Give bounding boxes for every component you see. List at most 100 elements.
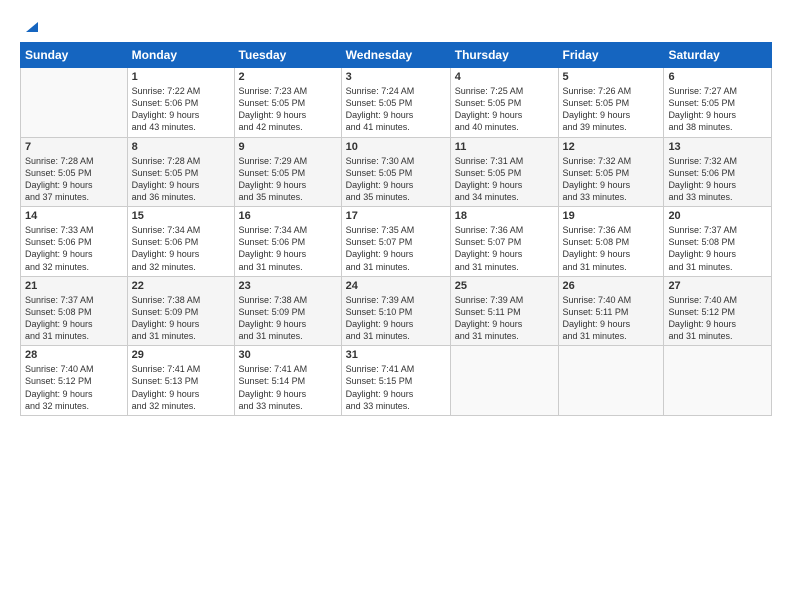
calendar-week-row: 7 Sunrise: 7:28 AM Sunset: 5:05 PM Daylig… xyxy=(21,137,772,207)
calendar-cell: 15 Sunrise: 7:34 AM Sunset: 5:06 PM Dayli… xyxy=(127,207,234,277)
calendar-cell: 23 Sunrise: 7:38 AM Sunset: 5:09 PM Dayli… xyxy=(234,276,341,346)
calendar-cell: 17 Sunrise: 7:35 AM Sunset: 5:07 PM Dayli… xyxy=(341,207,450,277)
day-info: Sunrise: 7:32 AM Sunset: 5:06 PM Dayligh… xyxy=(668,155,767,204)
day-number: 7 xyxy=(25,141,123,153)
calendar-week-row: 28Sunrise: 7:40 AM Sunset: 5:12 PM Dayli… xyxy=(21,346,772,416)
calendar-cell: 5 Sunrise: 7:26 AM Sunset: 5:05 PM Daylig… xyxy=(558,68,664,138)
calendar-cell: 24Sunrise: 7:39 AM Sunset: 5:10 PM Dayli… xyxy=(341,276,450,346)
day-info: Sunrise: 7:41 AM Sunset: 5:15 PM Dayligh… xyxy=(346,363,446,412)
day-info: Sunrise: 7:26 AM Sunset: 5:05 PM Dayligh… xyxy=(563,85,660,134)
calendar-cell xyxy=(664,346,772,416)
calendar-week-row: 1 Sunrise: 7:22 AM Sunset: 5:06 PM Daylig… xyxy=(21,68,772,138)
calendar-table: SundayMondayTuesdayWednesdayThursdayFrid… xyxy=(20,42,772,416)
day-number: 29 xyxy=(132,349,230,361)
calendar-cell: 8 Sunrise: 7:28 AM Sunset: 5:05 PM Daylig… xyxy=(127,137,234,207)
day-info: Sunrise: 7:25 AM Sunset: 5:05 PM Dayligh… xyxy=(455,85,554,134)
calendar-header-thursday: Thursday xyxy=(450,43,558,68)
day-info: Sunrise: 7:22 AM Sunset: 5:06 PM Dayligh… xyxy=(132,85,230,134)
day-number: 3 xyxy=(346,71,446,83)
header xyxy=(20,18,772,32)
day-number: 22 xyxy=(132,280,230,292)
day-number: 21 xyxy=(25,280,123,292)
calendar-cell xyxy=(450,346,558,416)
day-info: Sunrise: 7:39 AM Sunset: 5:11 PM Dayligh… xyxy=(455,294,554,343)
calendar-cell: 22 Sunrise: 7:38 AM Sunset: 5:09 PM Dayli… xyxy=(127,276,234,346)
logo xyxy=(20,18,38,32)
day-info: Sunrise: 7:41 AM Sunset: 5:13 PM Dayligh… xyxy=(132,363,230,412)
calendar-cell xyxy=(21,68,128,138)
day-info: Sunrise: 7:28 AM Sunset: 5:05 PM Dayligh… xyxy=(132,155,230,204)
calendar-cell: 2Sunrise: 7:23 AM Sunset: 5:05 PM Daylig… xyxy=(234,68,341,138)
calendar-week-row: 21 Sunrise: 7:37 AM Sunset: 5:08 PM Dayli… xyxy=(21,276,772,346)
calendar-header-sunday: Sunday xyxy=(21,43,128,68)
day-number: 17 xyxy=(346,210,446,222)
day-info: Sunrise: 7:40 AM Sunset: 5:11 PM Dayligh… xyxy=(563,294,660,343)
calendar-cell: 16 Sunrise: 7:34 AM Sunset: 5:06 PM Dayli… xyxy=(234,207,341,277)
day-number: 1 xyxy=(132,71,230,83)
day-info: Sunrise: 7:36 AM Sunset: 5:08 PM Dayligh… xyxy=(563,224,660,273)
calendar-cell: 10 Sunrise: 7:30 AM Sunset: 5:05 PM Dayli… xyxy=(341,137,450,207)
calendar-header-row: SundayMondayTuesdayWednesdayThursdayFrid… xyxy=(21,43,772,68)
calendar-header-saturday: Saturday xyxy=(664,43,772,68)
day-number: 30 xyxy=(239,349,337,361)
day-info: Sunrise: 7:40 AM Sunset: 5:12 PM Dayligh… xyxy=(25,363,123,412)
calendar-cell: 27Sunrise: 7:40 AM Sunset: 5:12 PM Dayli… xyxy=(664,276,772,346)
day-info: Sunrise: 7:35 AM Sunset: 5:07 PM Dayligh… xyxy=(346,224,446,273)
day-number: 8 xyxy=(132,141,230,153)
calendar-cell: 20 Sunrise: 7:37 AM Sunset: 5:08 PM Dayli… xyxy=(664,207,772,277)
day-number: 20 xyxy=(668,210,767,222)
calendar-cell: 6 Sunrise: 7:27 AM Sunset: 5:05 PM Daylig… xyxy=(664,68,772,138)
day-number: 15 xyxy=(132,210,230,222)
calendar-cell: 14Sunrise: 7:33 AM Sunset: 5:06 PM Dayli… xyxy=(21,207,128,277)
day-number: 16 xyxy=(239,210,337,222)
logo-triangle-icon xyxy=(22,18,38,34)
calendar-cell: 11Sunrise: 7:31 AM Sunset: 5:05 PM Dayli… xyxy=(450,137,558,207)
day-info: Sunrise: 7:34 AM Sunset: 5:06 PM Dayligh… xyxy=(132,224,230,273)
day-number: 5 xyxy=(563,71,660,83)
day-number: 6 xyxy=(668,71,767,83)
day-info: Sunrise: 7:37 AM Sunset: 5:08 PM Dayligh… xyxy=(668,224,767,273)
calendar-cell: 21 Sunrise: 7:37 AM Sunset: 5:08 PM Dayli… xyxy=(21,276,128,346)
calendar-cell: 19Sunrise: 7:36 AM Sunset: 5:08 PM Dayli… xyxy=(558,207,664,277)
calendar-cell: 4Sunrise: 7:25 AM Sunset: 5:05 PM Daylig… xyxy=(450,68,558,138)
calendar-cell: 26 Sunrise: 7:40 AM Sunset: 5:11 PM Dayli… xyxy=(558,276,664,346)
day-info: Sunrise: 7:41 AM Sunset: 5:14 PM Dayligh… xyxy=(239,363,337,412)
day-info: Sunrise: 7:23 AM Sunset: 5:05 PM Dayligh… xyxy=(239,85,337,134)
day-info: Sunrise: 7:36 AM Sunset: 5:07 PM Dayligh… xyxy=(455,224,554,273)
day-number: 12 xyxy=(563,141,660,153)
calendar-cell: 30 Sunrise: 7:41 AM Sunset: 5:14 PM Dayli… xyxy=(234,346,341,416)
day-number: 31 xyxy=(346,349,446,361)
calendar-cell: 28Sunrise: 7:40 AM Sunset: 5:12 PM Dayli… xyxy=(21,346,128,416)
day-info: Sunrise: 7:37 AM Sunset: 5:08 PM Dayligh… xyxy=(25,294,123,343)
day-info: Sunrise: 7:32 AM Sunset: 5:05 PM Dayligh… xyxy=(563,155,660,204)
calendar-header-monday: Monday xyxy=(127,43,234,68)
calendar-cell: 3Sunrise: 7:24 AM Sunset: 5:05 PM Daylig… xyxy=(341,68,450,138)
day-info: Sunrise: 7:27 AM Sunset: 5:05 PM Dayligh… xyxy=(668,85,767,134)
calendar-cell: 13 Sunrise: 7:32 AM Sunset: 5:06 PM Dayli… xyxy=(664,137,772,207)
day-info: Sunrise: 7:38 AM Sunset: 5:09 PM Dayligh… xyxy=(132,294,230,343)
calendar-cell: 18 Sunrise: 7:36 AM Sunset: 5:07 PM Dayli… xyxy=(450,207,558,277)
day-number: 23 xyxy=(239,280,337,292)
calendar-cell: 29 Sunrise: 7:41 AM Sunset: 5:13 PM Dayli… xyxy=(127,346,234,416)
day-number: 26 xyxy=(563,280,660,292)
day-number: 24 xyxy=(346,280,446,292)
day-number: 14 xyxy=(25,210,123,222)
day-info: Sunrise: 7:38 AM Sunset: 5:09 PM Dayligh… xyxy=(239,294,337,343)
calendar-cell: 12 Sunrise: 7:32 AM Sunset: 5:05 PM Dayli… xyxy=(558,137,664,207)
day-number: 11 xyxy=(455,141,554,153)
calendar-cell: 25 Sunrise: 7:39 AM Sunset: 5:11 PM Dayli… xyxy=(450,276,558,346)
day-number: 18 xyxy=(455,210,554,222)
calendar-cell: 9Sunrise: 7:29 AM Sunset: 5:05 PM Daylig… xyxy=(234,137,341,207)
day-number: 10 xyxy=(346,141,446,153)
calendar-cell: 31 Sunrise: 7:41 AM Sunset: 5:15 PM Dayli… xyxy=(341,346,450,416)
day-info: Sunrise: 7:30 AM Sunset: 5:05 PM Dayligh… xyxy=(346,155,446,204)
calendar-cell: 1 Sunrise: 7:22 AM Sunset: 5:06 PM Daylig… xyxy=(127,68,234,138)
calendar-cell xyxy=(558,346,664,416)
day-number: 25 xyxy=(455,280,554,292)
day-info: Sunrise: 7:29 AM Sunset: 5:05 PM Dayligh… xyxy=(239,155,337,204)
day-info: Sunrise: 7:28 AM Sunset: 5:05 PM Dayligh… xyxy=(25,155,123,204)
day-number: 13 xyxy=(668,141,767,153)
page: SundayMondayTuesdayWednesdayThursdayFrid… xyxy=(0,0,792,612)
day-info: Sunrise: 7:34 AM Sunset: 5:06 PM Dayligh… xyxy=(239,224,337,273)
calendar-header-tuesday: Tuesday xyxy=(234,43,341,68)
